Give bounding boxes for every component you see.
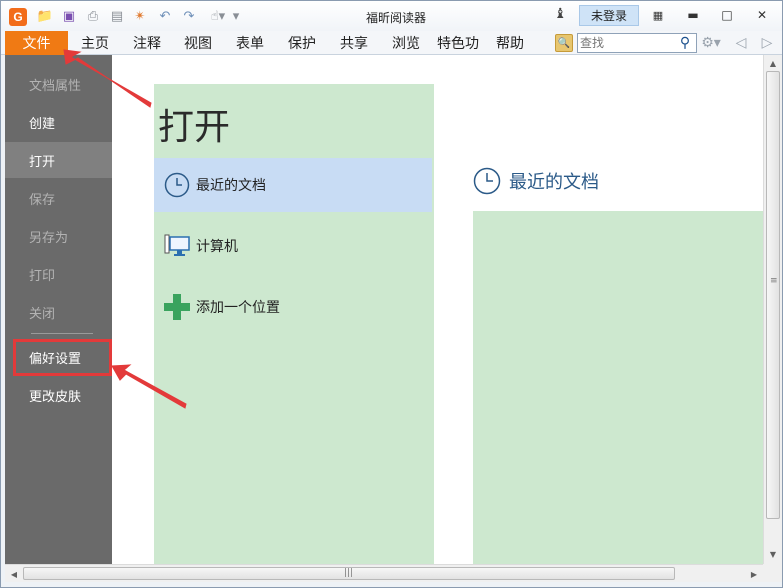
recent-documents-header: 最近的文档 [473, 166, 599, 196]
new-document-icon[interactable]: ✴ [131, 8, 149, 25]
tab-share[interactable]: 共享 [340, 31, 368, 55]
tab-form[interactable]: 表单 [236, 31, 264, 55]
sidebar-item-create[interactable]: 创建 [5, 104, 112, 140]
close-button[interactable]: ✕ [750, 6, 774, 24]
recent-documents-title: 最近的文档 [509, 172, 599, 193]
clock-icon [473, 167, 501, 195]
sidebar-item-document-properties[interactable]: 文档属性 [5, 66, 112, 102]
horizontal-scrollbar[interactable]: ◀ ||| ▶ [5, 564, 763, 582]
print-icon[interactable]: ⎙ [84, 8, 102, 25]
open-item-label: 添加一个位置 [196, 300, 280, 316]
open-panel: 打开 最近的文档 计算机 添加一个位置 [154, 84, 434, 564]
sidebar-item-close[interactable]: 关闭 [5, 294, 112, 330]
tab-view[interactable]: 视图 [184, 31, 212, 55]
open-item-computer[interactable]: 计算机 [154, 219, 432, 273]
open-folder-icon[interactable]: 📁 [36, 8, 54, 25]
app-logo[interactable]: G [9, 8, 27, 26]
title-bar: G 📁 ▣ ⎙ ▤ ✴ ↶ ↷ ☝▾ ▾ 福昕阅读器 ♝ 未登录 ▦ ▬ □ ✕ [1, 1, 782, 31]
scan-icon[interactable]: ▤ [108, 8, 126, 25]
sidebar-item-save[interactable]: 保存 [5, 180, 112, 216]
next-icon[interactable]: ▷ [761, 34, 773, 52]
tab-features[interactable]: 特色功 [437, 31, 479, 55]
grip-icon: ||| [344, 568, 354, 578]
layout-icon[interactable]: ▦ [646, 6, 670, 24]
backstage-content: 打开 最近的文档 计算机 添加一个位置 最近的文档 [112, 55, 763, 564]
vertical-scrollbar[interactable]: ▲ ≡ ▼ [763, 55, 782, 564]
clock-icon [164, 172, 190, 198]
file-menu-sidebar: 文档属性 创建 打开 保存 另存为 打印 关闭 偏好设置 更改皮肤 [5, 55, 112, 564]
maximize-button[interactable]: □ [715, 6, 739, 24]
window-title: 福昕阅读器 [365, 11, 426, 25]
tab-browse[interactable]: 浏览 [392, 31, 420, 55]
customize-toolbar-icon[interactable]: ▾ [231, 8, 241, 25]
open-item-add-location[interactable]: 添加一个位置 [154, 280, 432, 334]
search-icon[interactable]: ⚲ [676, 34, 694, 52]
plus-icon [164, 294, 190, 320]
search-input[interactable] [580, 35, 676, 51]
grip-icon: ≡ [770, 276, 778, 286]
previous-icon[interactable]: ◁ [735, 34, 747, 52]
redo-icon[interactable]: ↷ [180, 8, 198, 25]
open-item-label: 计算机 [196, 239, 238, 255]
open-item-recent-documents[interactable]: 最近的文档 [154, 158, 432, 212]
tab-file[interactable]: 文件 [5, 31, 68, 55]
tab-help[interactable]: 帮助 [496, 31, 524, 55]
scroll-left-arrow-icon[interactable]: ◀ [7, 567, 21, 581]
computer-icon [164, 233, 190, 259]
undo-icon[interactable]: ↶ [156, 8, 174, 25]
login-button[interactable]: 未登录 [579, 5, 639, 26]
tab-protect[interactable]: 保护 [288, 31, 316, 55]
app-window: G 📁 ▣ ⎙ ▤ ✴ ↶ ↷ ☝▾ ▾ 福昕阅读器 ♝ 未登录 ▦ ▬ □ ✕… [0, 0, 783, 588]
save-icon[interactable]: ▣ [60, 8, 78, 25]
settings-gear-icon[interactable]: ⚙▾ [701, 34, 721, 52]
open-item-label: 最近的文档 [196, 178, 266, 194]
preferences-highlight-box [13, 339, 112, 376]
sidebar-item-change-skin[interactable]: 更改皮肤 [5, 377, 112, 413]
scroll-down-arrow-icon[interactable]: ▼ [766, 547, 780, 561]
sidebar-divider [31, 333, 93, 334]
scroll-up-arrow-icon[interactable]: ▲ [766, 56, 780, 70]
vertical-scroll-thumb[interactable]: ≡ [766, 71, 780, 519]
tab-comment[interactable]: 注释 [133, 31, 161, 55]
scroll-corner [763, 564, 782, 582]
sidebar-item-print[interactable]: 打印 [5, 256, 112, 292]
tab-home[interactable]: 主页 [81, 31, 109, 55]
horizontal-scroll-thumb[interactable]: ||| [23, 567, 675, 580]
sidebar-item-open[interactable]: 打开 [5, 142, 112, 178]
user-icon[interactable]: ♝ [554, 6, 567, 22]
open-panel-title: 打开 [158, 107, 231, 148]
sidebar-item-save-as[interactable]: 另存为 [5, 218, 112, 254]
find-folder-icon[interactable]: 🔍 [555, 34, 573, 52]
scroll-right-arrow-icon[interactable]: ▶ [747, 567, 761, 581]
minimize-button[interactable]: ▬ [681, 6, 705, 24]
hand-tool-icon[interactable]: ☝▾ [205, 8, 231, 25]
recent-documents-list[interactable] [473, 211, 763, 564]
search-box[interactable]: ⚲ [577, 33, 697, 53]
